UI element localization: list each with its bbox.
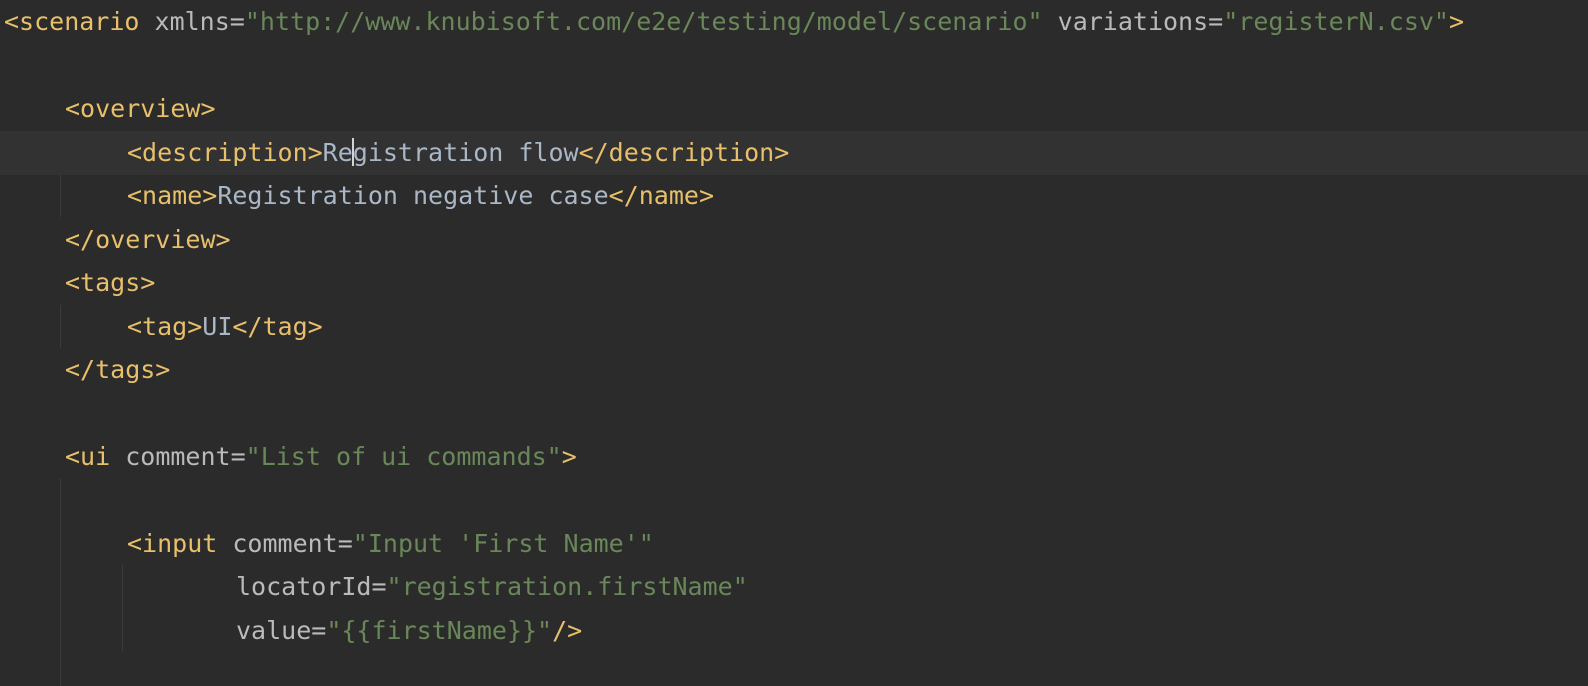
code-line[interactable]: <overview> bbox=[0, 87, 1588, 131]
xml-tag: <description> bbox=[127, 138, 323, 167]
current-code-line[interactable]: <description>Registration flow</descript… bbox=[0, 131, 1588, 175]
xml-equals: = bbox=[229, 7, 245, 36]
xml-equals: = bbox=[371, 572, 387, 601]
xml-tag: </tag> bbox=[232, 312, 323, 341]
code-line[interactable]: value="{{firstName}}"/> bbox=[0, 609, 1588, 653]
xml-attribute-value: "List of ui commands" bbox=[245, 442, 562, 471]
xml-equals: = bbox=[230, 442, 246, 471]
xml-attribute: locatorId bbox=[236, 572, 372, 601]
code-line[interactable]: <tag>UI</tag> bbox=[0, 305, 1588, 349]
xml-tag: </overview> bbox=[65, 225, 231, 254]
xml-attribute-value: "{{firstName}}" bbox=[326, 616, 553, 645]
xml-tag: /> bbox=[552, 616, 583, 645]
xml-text: gistration flow bbox=[352, 138, 579, 167]
xml-tag: <scenario bbox=[4, 7, 140, 36]
code-line[interactable]: <tags> bbox=[0, 261, 1588, 305]
xml-tag: </description> bbox=[578, 138, 790, 167]
code-line[interactable]: <input comment="Input 'First Name'" bbox=[0, 522, 1588, 566]
code-line[interactable]: locatorId="registration.firstName" bbox=[0, 565, 1588, 609]
code-editor[interactable]: <scenario xmlns="http://www.knubisoft.co… bbox=[0, 0, 1588, 686]
xml-tag: > bbox=[1449, 7, 1465, 36]
xml-text: UI bbox=[202, 312, 233, 341]
code-line[interactable]: <scenario xmlns="http://www.knubisoft.co… bbox=[0, 0, 1588, 44]
xml-tag: <ui bbox=[65, 442, 111, 471]
xml-equals: = bbox=[1208, 7, 1224, 36]
xml-tag: <tag> bbox=[127, 312, 203, 341]
xml-attribute: comment bbox=[125, 442, 231, 471]
xml-tag: <name> bbox=[127, 181, 218, 210]
xml-attribute-value: "registerN.csv" bbox=[1223, 7, 1449, 36]
xml-equals: = bbox=[337, 529, 353, 558]
xml-attribute-value: "http://www.knubisoft.com/e2e/testing/mo… bbox=[244, 7, 1043, 36]
xml-tag: <overview> bbox=[65, 94, 216, 123]
xml-attribute-value: "registration.firstName" bbox=[386, 572, 748, 601]
xml-attribute: xmlns bbox=[154, 7, 230, 36]
xml-attribute: comment bbox=[232, 529, 338, 558]
xml-tag: </tags> bbox=[65, 355, 171, 384]
text-caret bbox=[351, 138, 354, 166]
xml-tag: > bbox=[561, 442, 577, 471]
code-line[interactable]: </overview> bbox=[0, 218, 1588, 262]
xml-attribute: value bbox=[236, 616, 312, 645]
xml-equals: = bbox=[311, 616, 327, 645]
xml-tag: </name> bbox=[608, 181, 715, 210]
code-line[interactable]: <ui comment="List of ui commands"> bbox=[0, 435, 1588, 479]
code-line[interactable]: </tags> bbox=[0, 348, 1588, 392]
xml-text: Registration negative case bbox=[217, 181, 609, 210]
xml-attribute: variations bbox=[1057, 7, 1209, 36]
xml-tag: <input bbox=[127, 529, 218, 558]
xml-text: Re bbox=[322, 138, 353, 167]
code-line[interactable]: <name>Registration negative case</name> bbox=[0, 174, 1588, 218]
xml-attribute-value: "Input 'First Name'" bbox=[352, 529, 654, 558]
xml-tag: <tags> bbox=[65, 268, 156, 297]
